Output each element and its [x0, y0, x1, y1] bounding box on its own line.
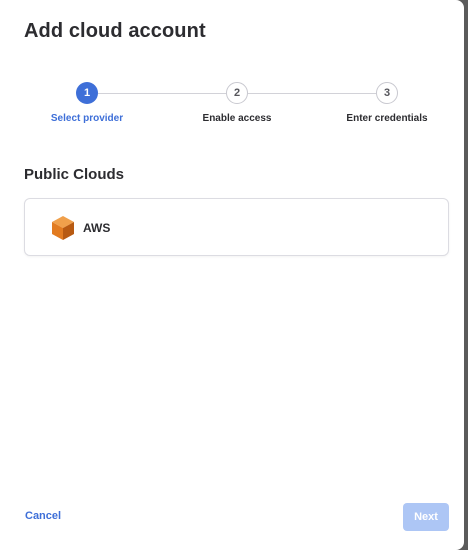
step-2-label: Enable access	[202, 113, 272, 124]
step-connector	[98, 93, 226, 94]
stepper: 1 2 3 Select provider Enable access Ente…	[0, 82, 464, 132]
add-cloud-account-dialog: Add cloud account 1 2 3 Select provider …	[0, 0, 464, 550]
step-2-indicator: 2	[226, 82, 248, 104]
dialog-title: Add cloud account	[24, 20, 206, 42]
step-1-label: Select provider	[50, 113, 124, 124]
next-button[interactable]: Next	[403, 503, 449, 531]
step-1-indicator: 1	[76, 82, 98, 104]
step-connector	[248, 93, 376, 94]
provider-label: AWS	[83, 221, 111, 235]
provider-card-aws[interactable]: AWS	[24, 198, 449, 256]
aws-cube-icon	[52, 216, 74, 240]
step-3-indicator: 3	[376, 82, 398, 104]
cancel-button[interactable]: Cancel	[25, 510, 61, 522]
section-title: Public Clouds	[24, 166, 125, 183]
step-3-label: Enter credentials	[346, 113, 428, 124]
